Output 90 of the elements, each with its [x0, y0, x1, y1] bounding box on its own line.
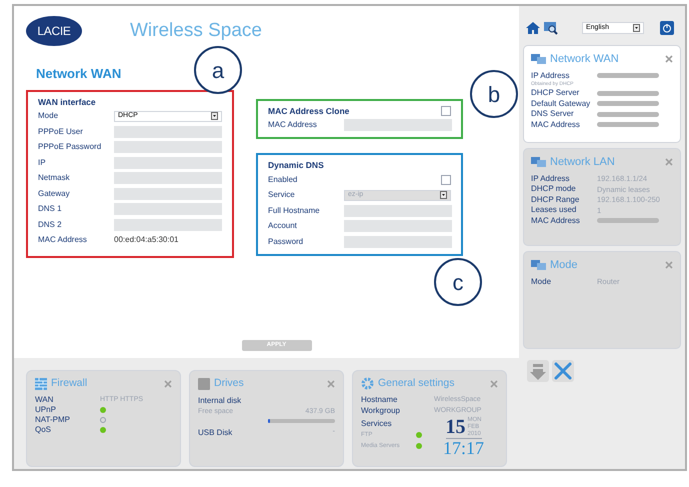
- widget-title: Network LAN: [550, 155, 615, 170]
- info-label: Mode: [531, 276, 552, 288]
- field-label: Service: [268, 189, 296, 202]
- info-label: QoS: [35, 424, 52, 436]
- info-label: WAN: [35, 394, 54, 406]
- info-label: MAC Address: [531, 214, 581, 227]
- blurred-value: [597, 101, 659, 106]
- close-icon[interactable]: [327, 380, 335, 388]
- widget-title: Firewall: [51, 376, 88, 391]
- dropdown-arrow-icon: [211, 112, 218, 120]
- info-label: Workgroup: [361, 405, 401, 418]
- blurred-value: [597, 218, 659, 224]
- blurred-value: [597, 122, 659, 128]
- input-field[interactable]: [344, 236, 452, 248]
- widget-title: Mode: [550, 258, 578, 273]
- blurred-value: [597, 90, 659, 96]
- network-icon: [531, 53, 547, 66]
- close-icon[interactable]: [665, 158, 673, 166]
- panel-title: Dynamic DNS: [268, 159, 324, 172]
- close-icon[interactable]: [490, 380, 498, 388]
- input-field[interactable]: [114, 188, 222, 200]
- field-label: Full Hostname: [268, 204, 321, 217]
- field-label: IP: [38, 156, 47, 169]
- info-label: Services: [361, 418, 393, 430]
- field-label: Account: [268, 220, 298, 232]
- info-label: Leases used: [531, 204, 578, 216]
- dropdown-arrow-icon: [440, 191, 447, 200]
- input-field[interactable]: [344, 204, 452, 217]
- field-label: Password: [268, 236, 304, 248]
- info-label: Internal disk: [198, 394, 242, 407]
- field-value: 00:ed:04:a5:30:01: [114, 234, 179, 246]
- widget-title: Network WAN: [550, 52, 619, 67]
- network-icon: [531, 156, 547, 168]
- info-label: DHCP Range: [531, 194, 580, 206]
- info-label: DNS Server: [531, 108, 575, 120]
- field-label: PPPoE Password: [38, 141, 102, 154]
- widget-title: General settings: [378, 376, 454, 391]
- panel-title: WAN interface: [38, 96, 96, 108]
- info-label: Default Gateway: [531, 98, 592, 110]
- close-icon[interactable]: [665, 261, 673, 270]
- field-label: Netmask: [38, 172, 71, 184]
- dropdown-arrow-icon: [633, 24, 640, 32]
- date-day: 15: [446, 417, 466, 438]
- app-title: Wireless Space: [130, 18, 262, 43]
- panel-title: MAC Address Clone: [268, 104, 350, 118]
- network-icon: [531, 259, 547, 272]
- field-label: DNS 1: [38, 203, 63, 216]
- info-label: NAT-PMP: [35, 414, 71, 426]
- checkbox[interactable]: [441, 174, 451, 185]
- field-label: Enabled: [268, 174, 298, 186]
- input-field[interactable]: [344, 220, 452, 232]
- info-label: Hostname: [361, 394, 398, 406]
- field-label: Gateway: [38, 188, 71, 200]
- blurred-value: [597, 112, 659, 117]
- search-icon[interactable]: [544, 21, 558, 35]
- input-field[interactable]: [114, 172, 222, 184]
- input-field[interactable]: [114, 141, 222, 154]
- callout-marker: a: [194, 46, 242, 94]
- input-field[interactable]: [114, 126, 222, 138]
- field-label: MAC Address: [268, 119, 318, 132]
- firewall-icon: [35, 378, 47, 390]
- time-text: 17:17: [443, 438, 484, 457]
- field-label: PPPoE User: [38, 126, 84, 138]
- info-label: UPnP: [35, 404, 57, 416]
- field-label: DNS 2: [38, 218, 63, 231]
- page-title: Network WAN: [36, 65, 122, 83]
- input-field[interactable]: [114, 218, 222, 231]
- drive-icon: [198, 378, 210, 390]
- info-label: DHCP Server: [531, 87, 580, 100]
- power-icon[interactable]: [660, 21, 674, 35]
- field-label: MAC Address: [38, 234, 88, 246]
- blurred-value: [597, 73, 659, 78]
- close-icon[interactable]: [665, 55, 673, 64]
- widget-title: Drives: [214, 376, 244, 391]
- callout-marker: c: [434, 258, 482, 306]
- input-field[interactable]: [114, 156, 222, 169]
- info-label: USB Disk: [198, 427, 232, 440]
- input-field[interactable]: [344, 119, 452, 132]
- input-field[interactable]: [114, 203, 222, 216]
- field-label: Mode: [38, 110, 60, 122]
- home-icon[interactable]: [526, 21, 540, 35]
- gear-icon: [361, 377, 374, 390]
- checkbox[interactable]: [441, 106, 451, 116]
- info-label: DHCP mode: [531, 183, 577, 196]
- callout-marker: b: [470, 70, 518, 118]
- info-label: IP Address: [531, 70, 571, 81]
- close-icon[interactable]: [164, 380, 172, 388]
- info-label: IP Address: [531, 172, 571, 185]
- brand-logo: LACIE: [26, 16, 82, 46]
- info-label: MAC Address: [531, 118, 581, 131]
